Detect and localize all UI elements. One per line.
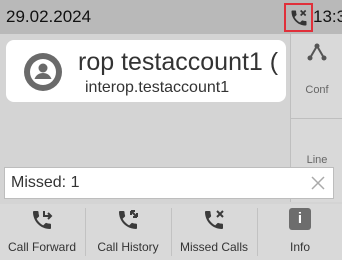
contact-name: rop testaccount1 ( — [78, 48, 279, 76]
contact-card[interactable]: rop testaccount1 ( interop.testaccount1 — [6, 40, 286, 102]
call-history-icon — [119, 210, 138, 229]
close-icon[interactable] — [311, 176, 325, 190]
missed-count-text: Missed: 1 — [11, 174, 80, 191]
conf-label: Conf — [305, 84, 329, 96]
call-history-label: Call History — [97, 240, 159, 254]
avatar — [24, 53, 62, 91]
missed-calls-icon — [205, 210, 224, 229]
status-bar: 29.02.2024 13:33 — [0, 0, 342, 34]
missed-calls-label: Missed Calls — [179, 240, 248, 254]
divider — [291, 118, 342, 119]
call-forward-button[interactable]: Call Forward — [0, 204, 84, 260]
missed-notification[interactable]: Missed: 1 — [4, 167, 334, 199]
call-forward-icon — [33, 211, 53, 229]
conference-icon — [307, 43, 327, 61]
missed-calls-button[interactable]: Missed Calls — [172, 204, 256, 260]
person-icon — [30, 59, 56, 85]
date-text: 29.02.2024 — [6, 7, 92, 26]
missed-call-icon — [291, 9, 307, 26]
info-label: Info — [289, 240, 310, 254]
info-button[interactable]: i Info — [258, 204, 342, 260]
conference-key[interactable]: Conf — [291, 34, 342, 118]
missed-call-indicator[interactable] — [284, 3, 313, 32]
time-text: 13:33 — [313, 7, 342, 26]
call-history-button[interactable]: Call History — [86, 204, 170, 260]
call-forward-label: Call Forward — [7, 240, 76, 254]
softkey-bar: Call Forward Call History Missed Calls i… — [0, 204, 342, 260]
contact-subtitle: interop.testaccount1 — [85, 79, 230, 96]
info-icon: i — [289, 208, 311, 230]
line-key-label[interactable]: Line — [291, 154, 342, 166]
